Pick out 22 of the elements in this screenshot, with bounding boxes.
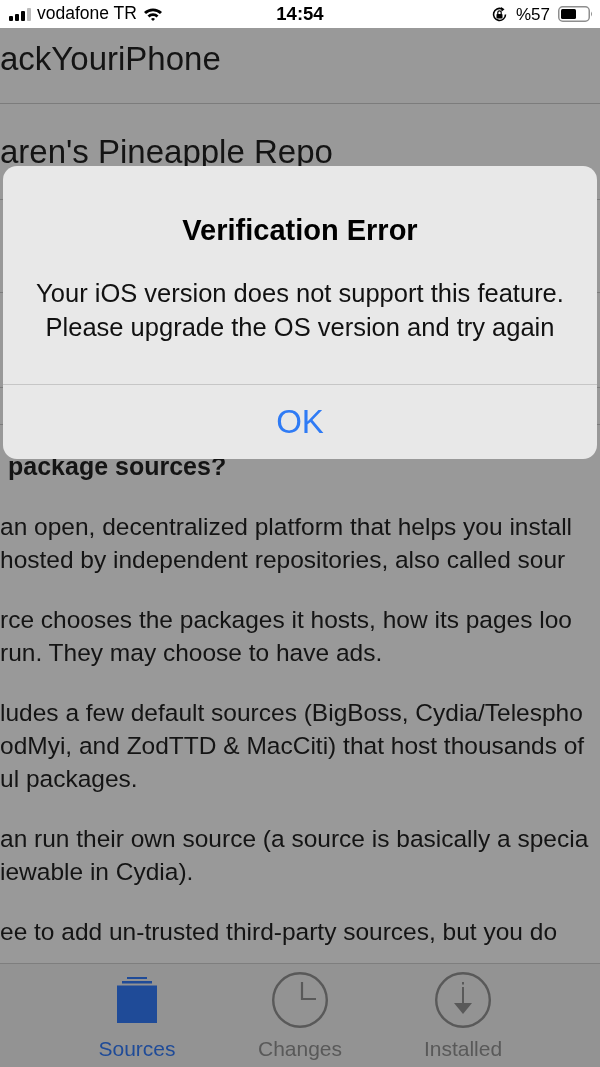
clock-time: 14:54 [276, 4, 324, 24]
clock-icon [272, 972, 328, 1028]
tab-changes[interactable]: Changes [218, 964, 382, 1067]
article-paragraph: rce chooses the packages it hosts, how its pages loo run. They may choose to have ads. [0, 605, 572, 668]
battery-icon [558, 6, 593, 22]
article-paragraph: an run their own source (a source is basically a specia iewable in Cydia). [0, 824, 589, 887]
battery-percentage: %57 [515, 5, 550, 23]
alert-message: Your iOS version does not support this feature. Please upgrade the OS version and try again [36, 278, 564, 343]
tab-installed[interactable]: Installed [381, 964, 545, 1067]
wifi-icon [142, 7, 163, 21]
stack-icon [117, 977, 157, 1023]
ok-button[interactable]: OK [3, 385, 597, 459]
article-paragraph: ee to add un-trusted third-party sources, but you do [0, 917, 558, 947]
rotation-lock-icon [490, 5, 508, 23]
article-paragraph: an open, decentralized platform that helps you install hosted by independent repositories, also called sour [0, 512, 573, 575]
source-name: aren's Pineapple Repo [0, 132, 333, 171]
article-paragraph: ludes a few default sources (BigBoss, Cydia/Telespho odMyi, and ZodTTD & MacCiti) that host thousands of ul packages. [0, 698, 585, 794]
tab-sources[interactable]: Sources [55, 964, 219, 1067]
signal-icon [9, 7, 31, 21]
carrier-name: vodafone TR [37, 5, 137, 23]
source-name: ackYouriPhone [0, 39, 221, 78]
alert-title: Verification Error [182, 213, 418, 247]
